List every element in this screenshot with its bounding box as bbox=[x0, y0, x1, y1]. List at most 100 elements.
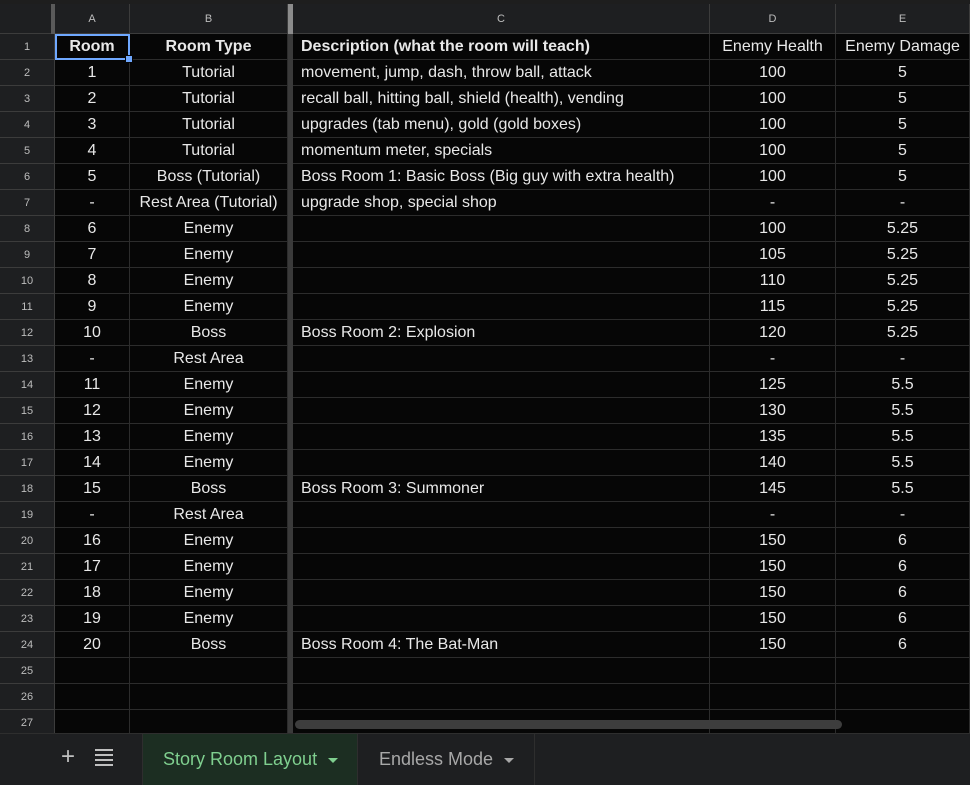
cell-room[interactable] bbox=[55, 658, 130, 684]
cell-type[interactable]: Enemy bbox=[130, 268, 288, 294]
row-header[interactable]: 15 bbox=[0, 398, 55, 424]
cell-health[interactable]: 100 bbox=[710, 216, 836, 242]
cell-desc[interactable]: Boss Room 4: The Bat-Man bbox=[293, 632, 710, 658]
cell-damage[interactable]: - bbox=[836, 190, 970, 216]
cell-health[interactable] bbox=[710, 684, 836, 710]
cell-desc[interactable] bbox=[293, 528, 710, 554]
cell-desc[interactable]: movement, jump, dash, throw ball, attack bbox=[293, 60, 710, 86]
cell-desc[interactable] bbox=[293, 580, 710, 606]
cell-damage[interactable]: 5.25 bbox=[836, 294, 970, 320]
cell-damage[interactable]: 6 bbox=[836, 554, 970, 580]
cell-desc[interactable] bbox=[293, 346, 710, 372]
cell-type[interactable] bbox=[130, 710, 288, 733]
cell-desc[interactable]: Boss Room 1: Basic Boss (Big guy with ex… bbox=[293, 164, 710, 190]
cell-desc[interactable] bbox=[293, 502, 710, 528]
row-header[interactable]: 7 bbox=[0, 190, 55, 216]
row-header[interactable]: 17 bbox=[0, 450, 55, 476]
row-header[interactable]: 18 bbox=[0, 476, 55, 502]
tab-endless-mode[interactable]: Endless Mode bbox=[359, 734, 535, 785]
cell-damage[interactable]: 6 bbox=[836, 528, 970, 554]
cell-room[interactable]: 10 bbox=[55, 320, 130, 346]
cell-desc[interactable] bbox=[293, 294, 710, 320]
cell-damage[interactable]: 5.25 bbox=[836, 216, 970, 242]
row-header[interactable]: 25 bbox=[0, 658, 55, 684]
cell-desc[interactable]: Boss Room 2: Explosion bbox=[293, 320, 710, 346]
cell-desc[interactable]: upgrades (tab menu), gold (gold boxes) bbox=[293, 112, 710, 138]
cell-desc[interactable] bbox=[293, 398, 710, 424]
cell-desc[interactable]: upgrade shop, special shop bbox=[293, 190, 710, 216]
cell-desc[interactable] bbox=[293, 242, 710, 268]
cell-room[interactable]: - bbox=[55, 346, 130, 372]
cell-health[interactable]: - bbox=[710, 346, 836, 372]
cell-health[interactable]: 150 bbox=[710, 606, 836, 632]
cell-health[interactable]: 150 bbox=[710, 528, 836, 554]
cell-room[interactable] bbox=[55, 710, 130, 733]
row-header[interactable]: 10 bbox=[0, 268, 55, 294]
row-header[interactable]: 6 bbox=[0, 164, 55, 190]
cell-room[interactable]: 19 bbox=[55, 606, 130, 632]
cell-health[interactable]: 150 bbox=[710, 580, 836, 606]
cell-room[interactable]: 12 bbox=[55, 398, 130, 424]
cell-desc[interactable] bbox=[293, 658, 710, 684]
cell-type[interactable]: Enemy bbox=[130, 424, 288, 450]
tab-story-room-layout[interactable]: Story Room Layout bbox=[142, 734, 358, 785]
cell-damage[interactable]: 5.25 bbox=[836, 242, 970, 268]
cell-damage[interactable]: 5.25 bbox=[836, 320, 970, 346]
cell-room[interactable]: 7 bbox=[55, 242, 130, 268]
row-header[interactable]: 12 bbox=[0, 320, 55, 346]
cell-health[interactable]: 110 bbox=[710, 268, 836, 294]
tab-dropdown-icon[interactable] bbox=[328, 758, 339, 763]
cell-health[interactable]: 100 bbox=[710, 164, 836, 190]
cell-damage[interactable]: 5.25 bbox=[836, 268, 970, 294]
cell-type[interactable]: Boss (Tutorial) bbox=[130, 164, 288, 190]
column-header-a[interactable]: A bbox=[55, 4, 130, 34]
cell-type[interactable]: Tutorial bbox=[130, 60, 288, 86]
cell-health[interactable]: 150 bbox=[710, 632, 836, 658]
row-header[interactable]: 5 bbox=[0, 138, 55, 164]
cell-room[interactable]: 2 bbox=[55, 86, 130, 112]
cell-desc[interactable] bbox=[293, 450, 710, 476]
cell-damage[interactable] bbox=[836, 710, 970, 733]
cell-room[interactable]: 5 bbox=[55, 164, 130, 190]
cell-damage[interactable]: 5 bbox=[836, 112, 970, 138]
column-header-c[interactable]: C bbox=[293, 4, 710, 34]
cell-health[interactable]: - bbox=[710, 190, 836, 216]
row-header[interactable]: 22 bbox=[0, 580, 55, 606]
cell-type[interactable]: Rest Area bbox=[130, 502, 288, 528]
column-header-b[interactable]: B bbox=[130, 4, 288, 34]
cell-type[interactable] bbox=[130, 684, 288, 710]
cell-health[interactable]: 100 bbox=[710, 60, 836, 86]
horizontal-scrollbar[interactable] bbox=[295, 720, 842, 729]
spreadsheet-grid[interactable]: A B C D E 1 Room Room Type Description (wha… bbox=[0, 0, 970, 733]
cell-desc[interactable] bbox=[293, 424, 710, 450]
cell-health[interactable]: 100 bbox=[710, 112, 836, 138]
cell-desc[interactable] bbox=[293, 684, 710, 710]
cell-room[interactable]: - bbox=[55, 190, 130, 216]
cell-damage[interactable] bbox=[836, 658, 970, 684]
cell-damage[interactable]: 5.5 bbox=[836, 424, 970, 450]
select-all-corner[interactable] bbox=[0, 4, 55, 34]
cell-damage[interactable]: 5.5 bbox=[836, 450, 970, 476]
add-sheet-button[interactable]: + bbox=[57, 742, 79, 772]
row-header[interactable]: 26 bbox=[0, 684, 55, 710]
row-header[interactable]: 24 bbox=[0, 632, 55, 658]
cell-health[interactable]: 140 bbox=[710, 450, 836, 476]
cell-type[interactable]: Tutorial bbox=[130, 138, 288, 164]
freeze-column-handle[interactable] bbox=[288, 4, 293, 34]
cell-damage[interactable]: 5.5 bbox=[836, 398, 970, 424]
row-header[interactable]: 16 bbox=[0, 424, 55, 450]
cell-room[interactable]: 17 bbox=[55, 554, 130, 580]
cell-type[interactable]: Enemy bbox=[130, 450, 288, 476]
cell-health[interactable]: 135 bbox=[710, 424, 836, 450]
cell-desc[interactable]: Boss Room 3: Summoner bbox=[293, 476, 710, 502]
row-header[interactable]: 23 bbox=[0, 606, 55, 632]
cell-health[interactable]: 120 bbox=[710, 320, 836, 346]
row-header[interactable]: 1 bbox=[0, 34, 55, 60]
fill-handle[interactable] bbox=[125, 55, 133, 63]
cell-room[interactable]: - bbox=[55, 502, 130, 528]
cell-desc[interactable] bbox=[293, 216, 710, 242]
row-header[interactable]: 27 bbox=[0, 710, 55, 733]
cell-damage[interactable]: - bbox=[836, 346, 970, 372]
cell-damage[interactable]: - bbox=[836, 502, 970, 528]
cell-room[interactable]: 13 bbox=[55, 424, 130, 450]
